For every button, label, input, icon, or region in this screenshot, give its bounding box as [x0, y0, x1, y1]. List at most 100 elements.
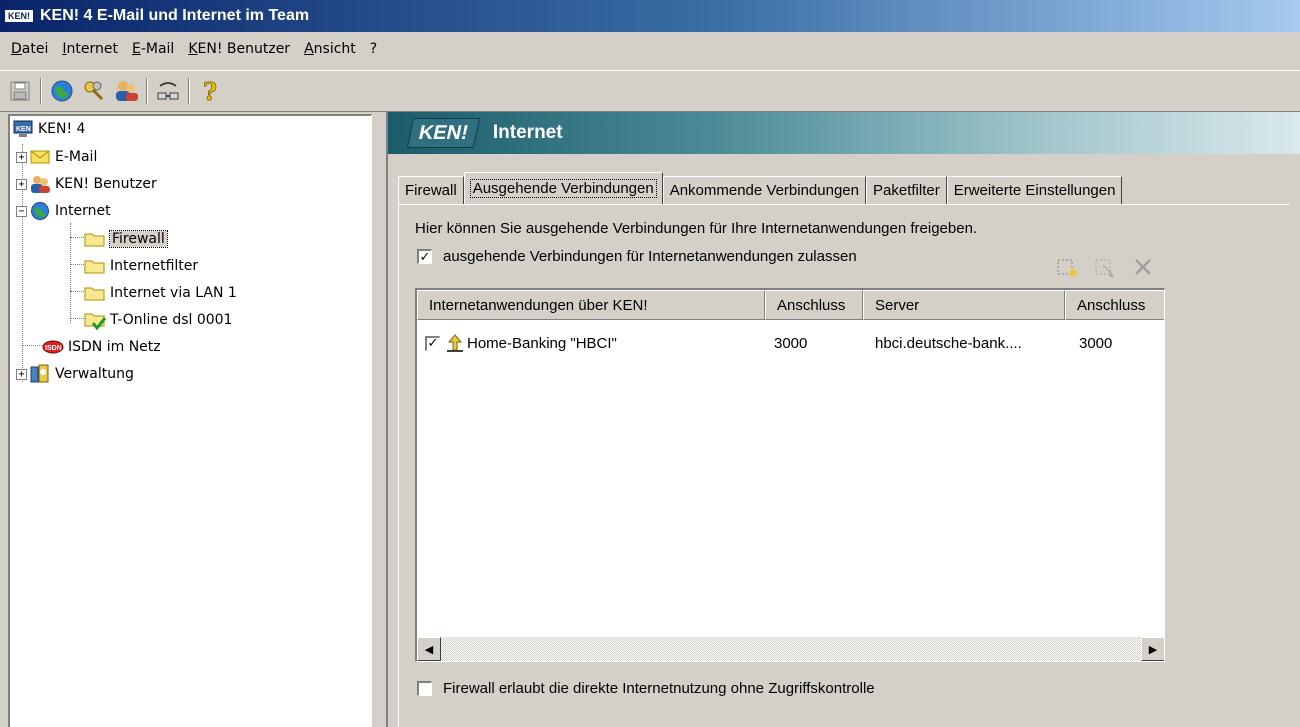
tab-label: Ankommende Verbindungen — [669, 182, 859, 199]
tab-strip: Firewall Ausgehende Verbindungen Ankomme… — [398, 172, 1123, 204]
navigation-tree[interactable]: KEN KEN! 4 + E-Mail + KEN! Benutzer − In… — [8, 114, 372, 727]
tree-label: E-Mail — [55, 149, 98, 165]
isdn-icon: ISDN — [42, 337, 64, 357]
folder-icon — [84, 229, 106, 249]
folder-icon — [84, 256, 106, 276]
tree-label: KEN! Benutzer — [55, 176, 157, 192]
app-port: 3000 — [774, 334, 808, 352]
tab-label: Erweiterte Einstellungen — [953, 182, 1116, 199]
users-icon[interactable] — [110, 75, 142, 107]
list-header: Internetanwendungen über KEN! Anschluss … — [417, 290, 1164, 320]
scroll-track[interactable] — [441, 637, 1141, 661]
column-header-application[interactable]: Internetanwendungen über KEN! — [417, 290, 765, 320]
ken-computer-icon: KEN — [12, 119, 34, 139]
row-enabled-checkbox[interactable]: ✓ — [425, 335, 440, 351]
title-bar: KEN! KEN! 4 E-Mail und Internet im Team — [0, 0, 1300, 32]
tree-connector — [70, 223, 71, 323]
direct-access-row[interactable]: Firewall erlaubt die direkte Internetnut… — [417, 680, 875, 697]
delete-entry-icon[interactable] — [1130, 254, 1156, 280]
menu-help[interactable]: ? — [363, 41, 384, 57]
direct-access-label: Firewall erlaubt die direkte Internetnut… — [443, 680, 875, 697]
tab-paketfilter[interactable]: Paketfilter — [866, 176, 947, 204]
tab-label: Ausgehende Verbindungen — [469, 179, 657, 198]
toolbar-separator — [40, 78, 42, 104]
toolbar: ? — [0, 70, 1300, 112]
ken-app-icon: KEN! — [4, 9, 34, 23]
tree-label: Internet — [55, 203, 111, 219]
tab-erweiterte-einstellungen[interactable]: Erweiterte Einstellungen — [946, 176, 1123, 204]
tree-item-verwaltung[interactable]: + Verwaltung — [16, 361, 134, 387]
horizontal-scrollbar[interactable]: ◀ ▶ — [417, 637, 1164, 661]
menu-ken-benutzer[interactable]: KEN! Benutzer — [181, 41, 297, 57]
tab-label: Firewall — [405, 182, 457, 199]
direct-access-checkbox[interactable] — [417, 681, 432, 696]
column-header-port[interactable]: Anschluss — [765, 290, 863, 320]
tree-item-tonline[interactable]: T-Online dsl 0001 — [84, 307, 232, 333]
folder-icon — [84, 283, 106, 303]
tab-ausgehende-verbindungen[interactable]: Ausgehende Verbindungen — [463, 172, 663, 204]
ken-logo: KEN! — [406, 118, 481, 148]
folder-check-icon — [84, 310, 106, 330]
tree-item-users[interactable]: + KEN! Benutzer — [16, 171, 157, 197]
tree-label: Internet via LAN 1 — [110, 285, 237, 301]
tree-label: Firewall — [109, 230, 168, 248]
section-title: Internet — [492, 122, 563, 143]
tree-item-internet[interactable]: − Internet — [16, 198, 111, 224]
panel-description: Hier können Sie ausgehende Verbindungen … — [415, 220, 978, 237]
toolbar-separator — [146, 78, 148, 104]
tree-item-internetfilter[interactable]: Internetfilter — [84, 253, 198, 279]
row-checkbox[interactable]: ✓ — [425, 330, 442, 356]
save-icon[interactable] — [4, 75, 36, 107]
list-row[interactable]: ✓ Home-Banking "HBCI" 3000 hbci.deutsche… — [417, 330, 1164, 356]
transfer-icon — [445, 330, 465, 356]
tree-item-root[interactable]: KEN KEN! 4 — [12, 116, 85, 142]
expand-icon[interactable]: + — [16, 151, 27, 163]
allow-outgoing-label: ausgehende Verbindungen für Internetanwe… — [443, 248, 857, 265]
scroll-left-icon[interactable]: ◀ — [417, 637, 441, 661]
column-header-server[interactable]: Server — [863, 290, 1065, 320]
tree-connector — [22, 345, 42, 346]
tab-label: Paketfilter — [873, 182, 940, 199]
tree-label: KEN! 4 — [38, 121, 86, 137]
menu-bar: Datei Internet E-Mail KEN! Benutzer Ansi… — [0, 32, 1300, 66]
svg-text:KEN: KEN — [16, 126, 31, 133]
menu-ansicht[interactable]: Ansicht — [297, 41, 363, 57]
menu-email[interactable]: E-Mail — [125, 41, 181, 57]
panel-splitter[interactable] — [374, 112, 382, 727]
tree-item-isdn[interactable]: ISDN ISDN im Netz — [42, 334, 161, 360]
allow-outgoing-checkbox[interactable]: ✓ — [417, 249, 432, 264]
tree-item-email[interactable]: + E-Mail — [16, 144, 97, 170]
allow-outgoing-row[interactable]: ✓ ausgehende Verbindungen für Internetan… — [417, 248, 857, 265]
svg-text:ISDN: ISDN — [45, 345, 62, 352]
globe-icon — [29, 201, 51, 221]
tree-connector — [70, 237, 84, 238]
expand-icon[interactable]: + — [16, 368, 27, 380]
tree-label: ISDN im Netz — [68, 339, 161, 355]
applications-list[interactable]: Internetanwendungen über KEN! Anschluss … — [415, 288, 1165, 662]
tree-item-lan[interactable]: Internet via LAN 1 — [84, 280, 237, 306]
window-title: KEN! 4 E-Mail und Internet im Team — [40, 7, 310, 24]
collapse-icon[interactable]: − — [16, 205, 27, 217]
tree-item-firewall[interactable]: Firewall — [84, 226, 168, 252]
help-icon[interactable]: ? — [194, 75, 226, 107]
keys-icon[interactable] — [78, 75, 110, 107]
tab-firewall[interactable]: Firewall — [398, 176, 464, 204]
edit-entry-icon[interactable] — [1092, 254, 1118, 280]
tab-ankommende-verbindungen[interactable]: Ankommende Verbindungen — [662, 176, 866, 204]
tree-label: Verwaltung — [55, 366, 134, 382]
toolbar-separator — [188, 78, 190, 104]
menu-internet[interactable]: Internet — [55, 41, 125, 57]
menu-datei[interactable]: Datei — [4, 41, 55, 57]
internet-globe-icon[interactable] — [46, 75, 78, 107]
scroll-right-icon[interactable]: ▶ — [1141, 637, 1164, 661]
users-icon — [29, 174, 51, 194]
list-actions — [1054, 254, 1156, 280]
expand-icon[interactable]: + — [16, 178, 27, 190]
app-server: hbci.deutsche-bank.... — [875, 334, 1022, 352]
connection-icon[interactable] — [152, 75, 184, 107]
column-header-server-port[interactable]: Anschluss — [1065, 290, 1164, 320]
new-entry-icon[interactable] — [1054, 254, 1080, 280]
app-server-port: 3000 — [1079, 334, 1113, 352]
tree-label: Internetfilter — [110, 258, 199, 274]
tree-connector — [70, 291, 84, 292]
